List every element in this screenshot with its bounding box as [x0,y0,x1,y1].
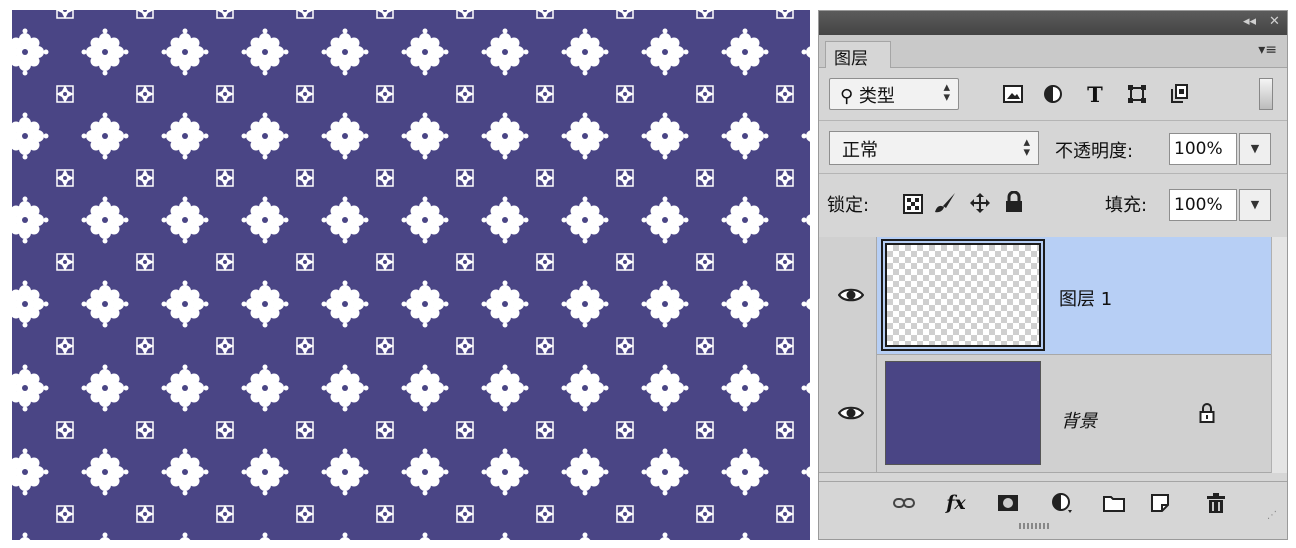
lock-image-pixels-icon[interactable] [933,192,957,218]
blend-mode-select[interactable]: 正常 ▴ ▾ [829,131,1039,165]
fill-input[interactable]: 100% [1169,189,1237,221]
visibility-column [819,355,877,473]
filter-toggle-switch[interactable] [1259,78,1273,110]
trash-icon[interactable] [1203,490,1229,516]
panel-titlebar[interactable]: ◂◂ ✕ [819,11,1287,35]
updown-icon: ▴ ▾ [1023,135,1030,160]
lock-row: 锁定: 填充: 100% ▼ [819,174,1287,232]
lock-transparent-pixels-icon[interactable] [903,194,923,218]
filter-kind-select[interactable]: ⚲ 类型 ▴ ▾ [829,78,959,110]
lock-icon [1199,403,1215,427]
layer-name[interactable]: 图层 1 [1059,285,1112,311]
layer-thumbnail[interactable] [885,361,1041,465]
smart-object-filter-icon[interactable] [1165,81,1193,107]
filter-row: ⚲ 类型 ▴ ▾ T [819,68,1287,120]
layer-row-background[interactable]: 背景 [819,355,1271,473]
eye-icon[interactable] [833,283,869,307]
image-filter-icon[interactable] [999,81,1027,107]
close-icon[interactable]: ✕ [1269,14,1280,30]
layers-panel: ◂◂ ✕ 图层 ▾≡ ⚲ 类型 ▴ ▾ T 正常 ▴ ▾ 不透明度: 100% … [818,10,1288,540]
resize-grip-icon[interactable]: ⋰ [1267,510,1277,521]
panel-tabbar: 图层 ▾≡ [819,35,1287,68]
lock-position-icon[interactable] [969,192,991,218]
document-canvas[interactable] [12,10,810,540]
opacity-dropdown-button[interactable]: ▼ [1239,133,1271,165]
updown-icon: ▴ ▾ [943,80,950,105]
lock-all-icon[interactable] [1005,190,1023,217]
lock-label: 锁定: [827,195,870,216]
panel-menu-icon[interactable]: ▾≡ [1258,42,1277,58]
fill-label: 填充: [1105,195,1148,216]
layers-list: 图层 1 背景 [819,237,1271,473]
opacity-input[interactable]: 100% [1169,133,1237,165]
filter-kind-label: 类型 [858,86,895,107]
blend-mode-label: 正常 [842,140,878,161]
fx-icon[interactable]: fx [943,490,969,516]
layer-row-1[interactable]: 图层 1 [819,237,1271,355]
adjustment-filter-icon[interactable] [1039,81,1067,107]
panel-bottom-toolbar: fx ⋰ [819,481,1287,524]
tab-layers[interactable]: 图层 [825,41,891,68]
layer-name[interactable]: 背景 [1061,407,1097,433]
link-icon[interactable] [891,490,917,516]
search-icon: ⚲ [840,86,854,107]
type-filter-icon[interactable]: T [1081,81,1109,107]
panel-resize-grip[interactable] [1019,523,1055,529]
mask-icon[interactable] [995,490,1021,516]
fill-dropdown-button[interactable]: ▼ [1239,189,1271,221]
folder-icon[interactable] [1101,490,1127,516]
shape-filter-icon[interactable] [1123,81,1151,107]
blend-row: 正常 ▴ ▾ 不透明度: 100% ▼ [819,121,1287,173]
layers-scrollbar[interactable] [1271,237,1287,473]
adjustment-icon[interactable] [1049,490,1075,516]
layer-thumbnail[interactable] [881,239,1045,351]
collapse-icon[interactable]: ◂◂ [1243,14,1256,30]
pattern-artwork [12,10,810,540]
eye-icon[interactable] [833,401,869,425]
visibility-column [819,237,877,355]
opacity-label: 不透明度: [1055,141,1134,162]
new-layer-icon[interactable] [1147,490,1173,516]
